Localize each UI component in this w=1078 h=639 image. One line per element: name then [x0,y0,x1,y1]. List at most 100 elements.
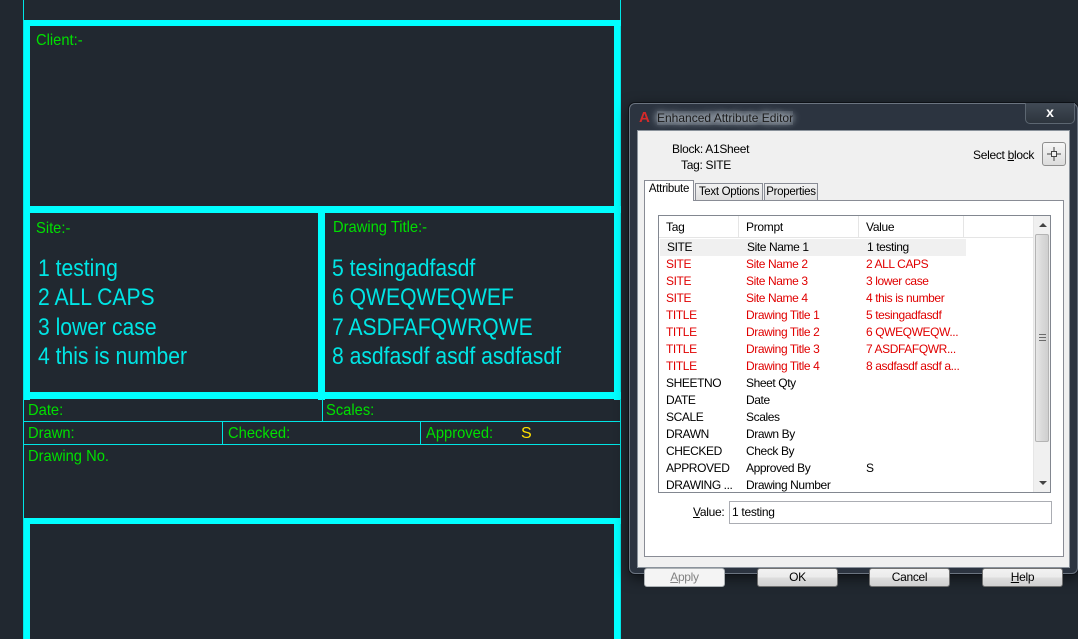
scrollbar-thumb[interactable] [1035,234,1049,442]
site-value-4[interactable]: 4 this is number [38,342,187,372]
attribute-row[interactable]: SITE Site Name 4 4 this is number [659,290,1035,307]
attribute-row[interactable]: SCALE Scales [659,409,1035,426]
drawing-title-value-2[interactable]: 6 QWEQWEQWEF [332,283,514,313]
attribute-row[interactable]: DRAWING ... Drawing Number [659,477,1035,492]
attribute-row[interactable]: SITE Site Name 3 3 lower case [659,273,1035,290]
attribute-prompt-cell: Drawing Number [746,478,831,492]
attribute-prompt-cell: Sheet Qty [746,376,796,390]
client-box-bottom [24,206,621,213]
block-name-label: Block: A1Sheet [672,142,750,156]
dialog-titlebar[interactable]: A Enhanced Attribute Editor x [630,103,1077,130]
column-header-value[interactable]: Value [859,216,964,238]
value-label-hotkey: V [693,505,700,519]
site-title-bottom [24,392,621,399]
apply-button[interactable]: Apply [644,568,725,587]
attribute-prompt-cell: Drawing Title 3 [746,342,820,356]
autocad-logo-icon: A [639,109,650,126]
tag-name-label: Tag: SITE [681,158,731,172]
client-box-top [24,20,621,26]
column-header-tag[interactable]: Tag [659,216,739,238]
attribute-row[interactable]: SITE Site Name 1 1 testing [660,239,966,256]
select-block-label: Select block [973,148,1034,162]
select-block-text-pre: Select [973,148,1008,162]
tab-properties[interactable]: Properties [764,183,818,201]
value-input[interactable]: 1 testing [729,501,1052,524]
attribute-prompt-cell: Site Name 4 [746,291,808,305]
approved-value[interactable]: S [521,425,532,443]
attribute-row[interactable]: SHEETNO Sheet Qty [659,375,1035,392]
attribute-tag-cell: TITLE [666,359,697,373]
column-header-prompt[interactable]: Prompt [739,216,859,238]
site-label: Site:- [36,220,71,237]
attribute-list-header: Tag Prompt Value [659,216,1035,238]
checked-label: Checked: [228,425,291,442]
attribute-prompt-cell: Site Name 3 [746,274,808,288]
arrow-down-icon [1039,481,1047,485]
attribute-prompt-cell: Drawn By [746,427,795,441]
drawing-title-value-4[interactable]: 8 asdfasdf asdf asdfasdf [332,342,561,372]
attribute-list[interactable]: Tag Prompt Value SITE Site Name 1 1 testin… [658,215,1051,493]
help-button[interactable]: Help [982,568,1063,587]
site-value-2[interactable]: 2 ALL CAPS [38,283,155,313]
bottom-box-top [24,518,621,524]
attribute-row[interactable]: TITLE Drawing Title 2 6 QWEQWEQW... [659,324,1035,341]
attribute-value-cell: 3 lower case [866,274,929,288]
attribute-tag-cell: TITLE [666,325,697,339]
tab-attribute[interactable]: Attribute [644,180,694,201]
attribute-prompt-cell: Approved By [746,461,811,475]
scales-label: Scales: [326,402,375,419]
attribute-prompt-cell: Date [746,393,770,407]
dialog-body: Block: A1Sheet Tag: SITE Select block At… [637,130,1070,587]
attribute-row[interactable]: APPROVED Approved By S [659,460,1035,477]
attribute-value-cell: 4 this is number [866,291,945,305]
attribute-tag-cell: SITE [666,274,692,288]
help-label-rest: elp [1019,570,1035,584]
attribute-tag-cell: TITLE [666,308,697,322]
drawing-no-label: Drawing No. [28,448,109,465]
attribute-value-cell: 2 ALL CAPS [866,257,929,271]
attribute-row[interactable]: DRAWN Drawn By [659,426,1035,443]
attribute-prompt-cell: Drawing Title 4 [746,359,820,373]
drawing-title-label: Drawing Title:- [333,219,428,236]
attribute-prompt-cell: Drawing Title 2 [746,325,820,339]
attribute-tag-cell: DATE [666,393,696,407]
drawing-title-value-3[interactable]: 7 ASDFAFQWRQWE [332,313,533,343]
attribute-row[interactable]: DATE Date [659,392,1035,409]
scroll-up-button[interactable] [1034,216,1050,233]
value-label-rest: alue: [699,505,725,519]
attribute-tag-cell: DRAWN [666,427,709,441]
attribute-row[interactable]: TITLE Drawing Title 3 7 ASDFAFQWR... [659,341,1035,358]
select-block-button[interactable] [1042,142,1066,166]
close-button[interactable]: x [1025,103,1075,124]
row-line-2 [24,444,621,445]
attribute-tag-cell: APPROVED [666,461,730,475]
attribute-tag-cell: SITE [667,240,693,254]
attribute-tag-cell: SITE [666,257,692,271]
attribute-row[interactable]: CHECKED Check By [659,443,1035,460]
site-value-3[interactable]: 3 lower case [38,313,157,343]
date-scales-divider [322,399,323,421]
tab-text-options[interactable]: Text Options [695,183,763,201]
cancel-button[interactable]: Cancel [869,568,950,587]
attribute-tag-cell: SITE [666,291,692,305]
list-vertical-scrollbar[interactable] [1033,216,1050,492]
checked-approved-divider [420,422,421,444]
attribute-row[interactable]: TITLE Drawing Title 4 8 asdfasdf asdf a... [659,358,1035,375]
attribute-tag-cell: SHEETNO [666,376,722,390]
attribute-row[interactable]: SITE Site Name 2 2 ALL CAPS [659,256,1035,273]
ok-button[interactable]: OK [757,568,838,587]
attribute-value-cell: 7 ASDFAFQWR... [866,342,956,356]
help-hotkey: H [1010,570,1020,584]
bottom-box-right [614,518,620,639]
attribute-prompt-cell: Check By [746,444,795,458]
attribute-prompt-cell: Scales [746,410,780,424]
row-line-1 [24,421,621,422]
frame-line-right [620,0,621,639]
site-value-1[interactable]: 1 testing [38,254,118,284]
drawing-title-value-1[interactable]: 5 tesingadfasdf [332,254,475,284]
attribute-row[interactable]: TITLE Drawing Title 1 5 tesingadfasdf [659,307,1035,324]
attribute-value-cell: 1 testing [867,240,909,254]
scroll-down-button[interactable] [1034,475,1050,492]
attribute-value-cell: 6 QWEQWEQW... [866,325,959,339]
crosshair-pick-icon [1047,147,1061,161]
